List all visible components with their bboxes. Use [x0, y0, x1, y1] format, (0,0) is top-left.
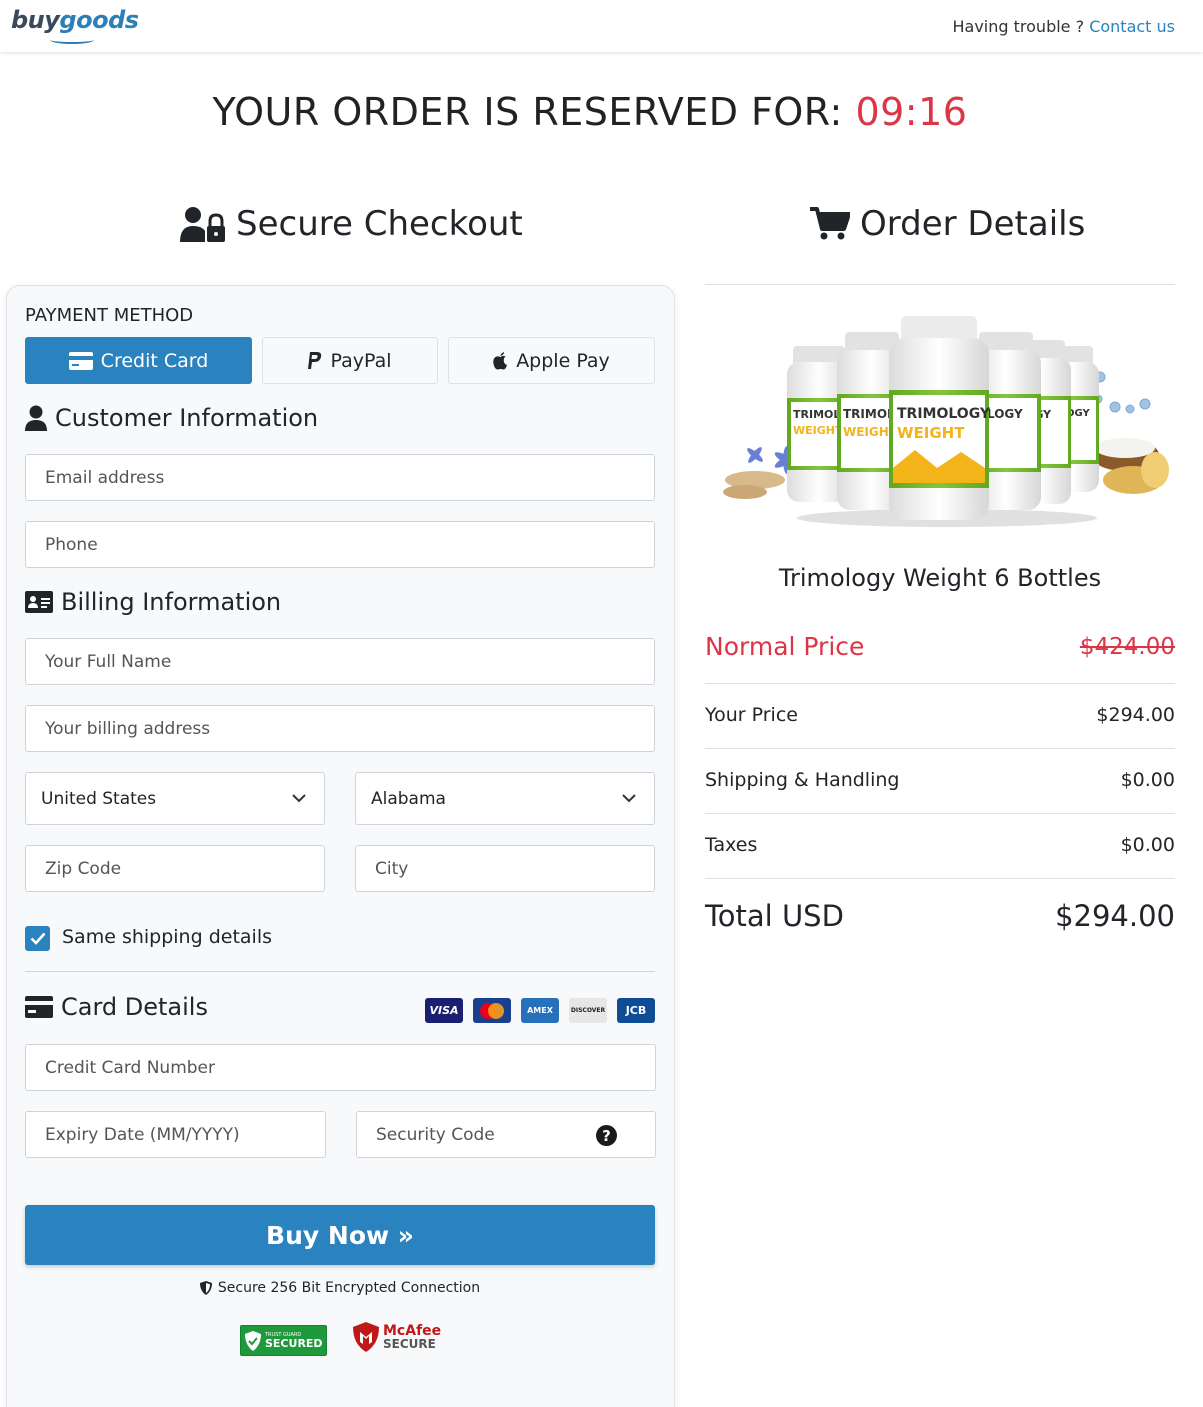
- shipping-label: Shipping & Handling: [705, 769, 900, 791]
- id-card-icon: [25, 591, 53, 613]
- credit-card-icon: [25, 996, 53, 1018]
- checkmark-icon: [30, 932, 45, 945]
- credit-card-number-field[interactable]: Credit Card Number: [25, 1044, 656, 1091]
- section-divider: [25, 971, 655, 972]
- shield-check-icon: [245, 1330, 261, 1351]
- order-details-heading: Order Details: [810, 204, 1085, 244]
- total-row: Total USD $294.00: [705, 899, 1175, 933]
- country-select-value: United States: [41, 788, 157, 809]
- chevron-down-icon: [622, 794, 636, 803]
- billing-address-field[interactable]: Your billing address: [25, 705, 655, 752]
- row-divider: [705, 878, 1175, 879]
- mcafee-shield-icon: [353, 1322, 379, 1352]
- product-image: TRIMOLOGY WEIGHT LOGY OGY TRIMOLOGY WEIG…: [723, 316, 1169, 527]
- credit-card-icon: [68, 351, 93, 370]
- card-details-heading: Card Details: [25, 993, 208, 1021]
- your-price-value: $294.00: [1096, 704, 1175, 726]
- chevron-down-icon: [292, 794, 306, 803]
- mcafee-secure-badge: McAfee SECURE: [353, 1322, 441, 1352]
- logo-swoosh: [50, 36, 94, 44]
- mcafee-line2: SECURE: [383, 1336, 436, 1351]
- contact-us-link[interactable]: Contact us: [1089, 17, 1175, 36]
- order-details-title: Order Details: [860, 204, 1086, 244]
- billing-information-heading: Billing Information: [25, 588, 281, 616]
- total-label: Total USD: [705, 899, 844, 933]
- amex-icon: AMEX: [521, 998, 559, 1023]
- user-lock-icon: [180, 207, 225, 242]
- user-icon: [25, 405, 47, 431]
- your-price-row: Your Price $294.00: [705, 704, 1175, 726]
- trust-guard-badge: TRUST GUARD SECURED: [240, 1325, 327, 1356]
- total-value: $294.00: [1055, 899, 1175, 933]
- taxes-value: $0.00: [1120, 834, 1175, 856]
- logo-text-goods: goods: [59, 6, 139, 34]
- buy-now-button[interactable]: Buy Now »: [25, 1205, 655, 1265]
- normal-price-value: $424.00: [1079, 633, 1175, 660]
- payment-method-label: PAYMENT METHOD: [25, 305, 194, 326]
- reservation-timer: 09:16: [855, 90, 968, 134]
- secure-connection-note: Secure 256 Bit Encrypted Connection: [0, 1280, 680, 1296]
- row-divider: [705, 813, 1175, 814]
- paypal-icon: [308, 351, 322, 369]
- svg-text:TRIMOLOGY: TRIMOLOGY: [897, 406, 991, 422]
- jcb-icon: JCB: [617, 998, 655, 1023]
- visa-icon: VISA: [425, 998, 463, 1023]
- shipping-row: Shipping & Handling $0.00: [705, 769, 1175, 791]
- shipping-value: $0.00: [1120, 769, 1175, 791]
- taxes-row: Taxes $0.00: [705, 834, 1175, 856]
- email-field[interactable]: Email address: [25, 454, 655, 501]
- apple-pay-tab-label: Apple Pay: [516, 349, 610, 372]
- shopping-cart-icon: [810, 207, 850, 240]
- paypal-tab-label: PayPal: [330, 349, 392, 372]
- order-top-divider: [705, 284, 1175, 285]
- card-brand-logos: VISA AMEX DISCOVER JCB: [425, 998, 655, 1023]
- normal-price-label: Normal Price: [705, 632, 865, 661]
- paypal-tab[interactable]: PayPal: [262, 337, 438, 384]
- taxes-label: Taxes: [705, 834, 758, 856]
- phone-field[interactable]: Phone: [25, 521, 655, 568]
- secure-checkout-heading: Secure Checkout: [180, 204, 523, 244]
- row-divider: [705, 683, 1175, 684]
- customer-information-heading: Customer Information: [25, 404, 318, 432]
- question-circle-icon[interactable]: ?: [596, 1125, 617, 1146]
- help-text: Having trouble ? Contact us: [953, 17, 1176, 36]
- svg-text:WEIGHT: WEIGHT: [793, 424, 843, 437]
- secure-checkout-title: Secure Checkout: [236, 204, 523, 244]
- state-select-value: Alabama: [371, 788, 446, 809]
- apple-icon: [493, 351, 508, 370]
- your-price-label: Your Price: [705, 704, 798, 726]
- billing-information-title: Billing Information: [61, 588, 282, 616]
- city-field[interactable]: City: [355, 845, 655, 892]
- same-shipping-checkbox[interactable]: [25, 926, 50, 951]
- reservation-banner: YOUR ORDER IS RESERVED FOR: 09:16: [0, 90, 1180, 134]
- full-name-field[interactable]: Your Full Name: [25, 638, 655, 685]
- buygoods-logo[interactable]: buygoods: [11, 6, 139, 34]
- shield-icon: [199, 1281, 212, 1295]
- credit-card-tab-label: Credit Card: [100, 349, 209, 372]
- normal-price-row: Normal Price $424.00: [705, 632, 1175, 661]
- discover-icon: DISCOVER: [569, 998, 607, 1023]
- mcafee-line1: McAfee: [383, 1322, 442, 1339]
- top-bar: buygoods Having trouble ? Contact us: [0, 0, 1203, 52]
- svg-text:WEIGHT: WEIGHT: [897, 424, 965, 442]
- row-divider: [705, 748, 1175, 749]
- expiry-date-field[interactable]: Expiry Date (MM/YYYY): [25, 1111, 326, 1158]
- zip-code-field[interactable]: Zip Code: [25, 845, 325, 892]
- credit-card-tab[interactable]: Credit Card: [25, 337, 252, 384]
- secure-connection-text: Secure 256 Bit Encrypted Connection: [217, 1280, 481, 1296]
- reservation-text: YOUR ORDER IS RESERVED FOR:: [212, 90, 843, 134]
- trouble-text: Having trouble ?: [952, 17, 1085, 36]
- mastercard-icon: [473, 998, 511, 1023]
- state-select[interactable]: Alabama: [355, 772, 655, 825]
- country-select[interactable]: United States: [25, 772, 325, 825]
- trust-guard-main-text: SECURED: [265, 1336, 323, 1350]
- same-shipping-label[interactable]: Same shipping details: [62, 926, 272, 948]
- card-details-title: Card Details: [61, 993, 208, 1021]
- apple-pay-tab[interactable]: Apple Pay: [448, 337, 655, 384]
- svg-text:LOGY: LOGY: [987, 407, 1023, 421]
- customer-information-title: Customer Information: [55, 404, 319, 432]
- logo-text-buy: buy: [11, 6, 60, 34]
- product-name: Trimology Weight 6 Bottles: [778, 564, 1102, 592]
